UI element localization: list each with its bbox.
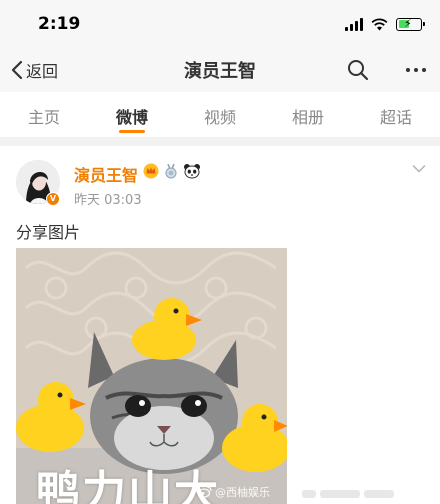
post-header: V 演员王智 昨天 03:03: [0, 146, 440, 216]
tab-home[interactable]: 主页: [0, 92, 88, 137]
watermark-text: @西柚娱乐: [215, 486, 270, 499]
tab-video[interactable]: 视频: [176, 92, 264, 137]
post-timestamp: 昨天 03:03: [74, 193, 142, 208]
author-name[interactable]: 演员王智: [74, 162, 138, 186]
status-icons: ⚡: [345, 16, 425, 32]
tab-album[interactable]: 相册: [264, 92, 352, 137]
wifi-icon: [371, 18, 388, 30]
crown-badge-icon[interactable]: [143, 163, 159, 179]
nav-bar: 返回 演员王智: [0, 48, 440, 92]
weibo-logo-icon: [198, 486, 212, 498]
blurred-watermark: [302, 490, 402, 500]
page-title: 演员王智: [184, 61, 256, 82]
more-icon[interactable]: [404, 58, 428, 82]
post-text: 分享图片: [16, 223, 81, 242]
status-time: 2:19: [38, 14, 81, 34]
back-button[interactable]: 返回: [10, 58, 58, 82]
status-bar: 2:19 ⚡: [0, 0, 440, 48]
search-icon[interactable]: [346, 58, 370, 82]
tab-supertopic[interactable]: 超话: [352, 92, 440, 137]
battery-icon: ⚡: [396, 16, 425, 31]
section-divider: [0, 138, 440, 146]
chevron-left-icon: [11, 60, 23, 80]
author-badges: [143, 163, 201, 179]
image-watermark: @西柚娱乐: [198, 484, 270, 500]
verified-badge-icon: V: [46, 192, 60, 206]
panda-badge-icon[interactable]: [183, 163, 201, 179]
profile-tabs: 主页 微博 视频 相册 超话: [0, 92, 440, 138]
chevron-down-icon[interactable]: [412, 164, 426, 174]
back-label: 返回: [26, 62, 59, 81]
medal-badge-icon[interactable]: [163, 163, 179, 179]
cellular-signal-icon: [345, 17, 363, 31]
image-caption: 鸭力山大: [36, 467, 220, 504]
charging-bolt-icon: ⚡: [404, 16, 412, 30]
tab-weibo[interactable]: 微博: [88, 92, 176, 137]
post-image[interactable]: 鸭力山大 @西柚娱乐: [16, 248, 287, 504]
